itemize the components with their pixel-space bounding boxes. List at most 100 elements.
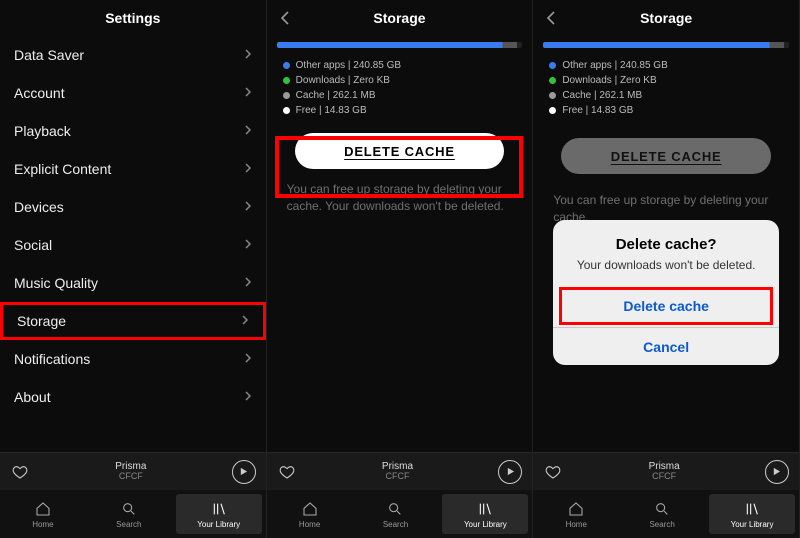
dialog-confirm-button[interactable]: Delete cache <box>559 287 773 325</box>
delete-cache-area: DELETE CACHE <box>267 118 533 175</box>
legend-text: Downloads | Zero KB <box>562 75 656 86</box>
back-icon[interactable] <box>275 8 295 28</box>
tab-library[interactable]: Your Library <box>176 494 262 534</box>
panel-settings: Settings Data Saver Account Playback Exp… <box>0 0 267 538</box>
dialog-body: Delete cache? Your downloads won't be de… <box>553 220 779 285</box>
settings-list: Data Saver Account Playback Explicit Con… <box>0 36 266 452</box>
row-label: Account <box>14 85 65 101</box>
tab-label: Home <box>299 520 320 529</box>
legend-cache: Cache | 262.1 MB <box>283 88 517 103</box>
now-playing-artist: CFCF <box>573 472 755 482</box>
tab-search[interactable]: Search <box>619 490 705 538</box>
now-playing-bar[interactable]: Prisma CFCF <box>533 452 799 490</box>
row-label: About <box>14 389 51 405</box>
chevron-right-icon <box>244 275 252 291</box>
panel-storage: Storage Other apps | 240.85 GB Downloads… <box>267 0 534 538</box>
tab-search[interactable]: Search <box>353 490 439 538</box>
legend-dot <box>549 62 556 69</box>
delete-cache-button[interactable]: DELETE CACHE <box>295 133 505 169</box>
tab-home[interactable]: Home <box>0 490 86 538</box>
chevron-right-icon <box>244 237 252 253</box>
tab-label: Home <box>566 520 587 529</box>
library-icon <box>743 500 761 518</box>
tab-home[interactable]: Home <box>267 490 353 538</box>
row-label: Notifications <box>14 351 90 367</box>
delete-cache-area: DELETE CACHE <box>533 118 799 186</box>
legend-dot <box>283 77 290 84</box>
now-playing-artist: CFCF <box>307 472 489 482</box>
tab-label: Home <box>32 520 53 529</box>
storage-content: Other apps | 240.85 GB Downloads | Zero … <box>533 36 799 452</box>
heart-icon[interactable] <box>10 462 30 482</box>
row-about[interactable]: About <box>0 378 266 416</box>
header: Storage <box>533 0 799 36</box>
row-playback[interactable]: Playback <box>0 112 266 150</box>
row-storage[interactable]: Storage <box>0 302 266 340</box>
row-music-quality[interactable]: Music Quality <box>0 264 266 302</box>
header: Settings <box>0 0 266 36</box>
row-label: Music Quality <box>14 275 98 291</box>
back-icon[interactable] <box>541 8 561 28</box>
chevron-right-icon <box>244 47 252 63</box>
storage-bar <box>277 42 523 48</box>
row-label: Playback <box>14 123 71 139</box>
legend-text: Cache | 262.1 MB <box>296 90 376 101</box>
search-icon <box>653 500 671 518</box>
chevron-right-icon <box>244 389 252 405</box>
legend-free: Free | 14.83 GB <box>549 103 783 118</box>
now-playing-artist: CFCF <box>40 472 222 482</box>
home-icon <box>301 500 319 518</box>
legend-downloads: Downloads | Zero KB <box>283 73 517 88</box>
tab-library[interactable]: Your Library <box>442 494 528 534</box>
heart-icon[interactable] <box>277 462 297 482</box>
tab-label: Your Library <box>464 520 507 529</box>
page-title: Storage <box>640 10 692 26</box>
tab-label: Search <box>649 520 674 529</box>
play-icon[interactable] <box>765 460 789 484</box>
tab-library[interactable]: Your Library <box>709 494 795 534</box>
legend-downloads: Downloads | Zero KB <box>549 73 783 88</box>
row-explicit-content[interactable]: Explicit Content <box>0 150 266 188</box>
tab-home[interactable]: Home <box>533 490 619 538</box>
home-icon <box>34 500 52 518</box>
play-icon[interactable] <box>498 460 522 484</box>
row-devices[interactable]: Devices <box>0 188 266 226</box>
chevron-right-icon <box>244 351 252 367</box>
tab-label: Search <box>383 520 408 529</box>
tab-search[interactable]: Search <box>86 490 172 538</box>
row-social[interactable]: Social <box>0 226 266 264</box>
delete-cache-button[interactable]: DELETE CACHE <box>561 138 771 174</box>
tab-bar: Home Search Your Library <box>0 490 266 538</box>
page-title: Storage <box>373 10 425 26</box>
play-icon[interactable] <box>232 460 256 484</box>
legend-dot <box>283 107 290 114</box>
legend-dot <box>283 62 290 69</box>
legend-dot <box>549 107 556 114</box>
library-icon <box>210 500 228 518</box>
now-playing-bar[interactable]: Prisma CFCF <box>267 452 533 490</box>
legend-free: Free | 14.83 GB <box>283 103 517 118</box>
storage-bar <box>543 42 789 48</box>
legend-text: Other apps | 240.85 GB <box>296 60 401 71</box>
now-playing-bar[interactable]: Prisma CFCF <box>0 452 266 490</box>
row-account[interactable]: Account <box>0 74 266 112</box>
chevron-right-icon <box>244 161 252 177</box>
helper-text: You can free up storage by deleting your… <box>267 175 533 221</box>
row-notifications[interactable]: Notifications <box>0 340 266 378</box>
now-playing-text: Prisma CFCF <box>573 461 755 482</box>
home-icon <box>567 500 585 518</box>
heart-icon[interactable] <box>543 462 563 482</box>
row-label: Explicit Content <box>14 161 111 177</box>
tab-label: Your Library <box>197 520 240 529</box>
tab-bar: Home Search Your Library <box>267 490 533 538</box>
storage-legend: Other apps | 240.85 GB Downloads | Zero … <box>267 58 533 118</box>
chevron-right-icon <box>244 85 252 101</box>
row-data-saver[interactable]: Data Saver <box>0 36 266 74</box>
now-playing-text: Prisma CFCF <box>307 461 489 482</box>
row-label: Social <box>14 237 52 253</box>
row-label: Devices <box>14 199 64 215</box>
panel-storage-dialog: Storage Other apps | 240.85 GB Downloads… <box>533 0 800 538</box>
dialog-message: Your downloads won't be deleted. <box>567 257 765 273</box>
dialog-cancel-button[interactable]: Cancel <box>553 327 779 365</box>
search-icon <box>120 500 138 518</box>
